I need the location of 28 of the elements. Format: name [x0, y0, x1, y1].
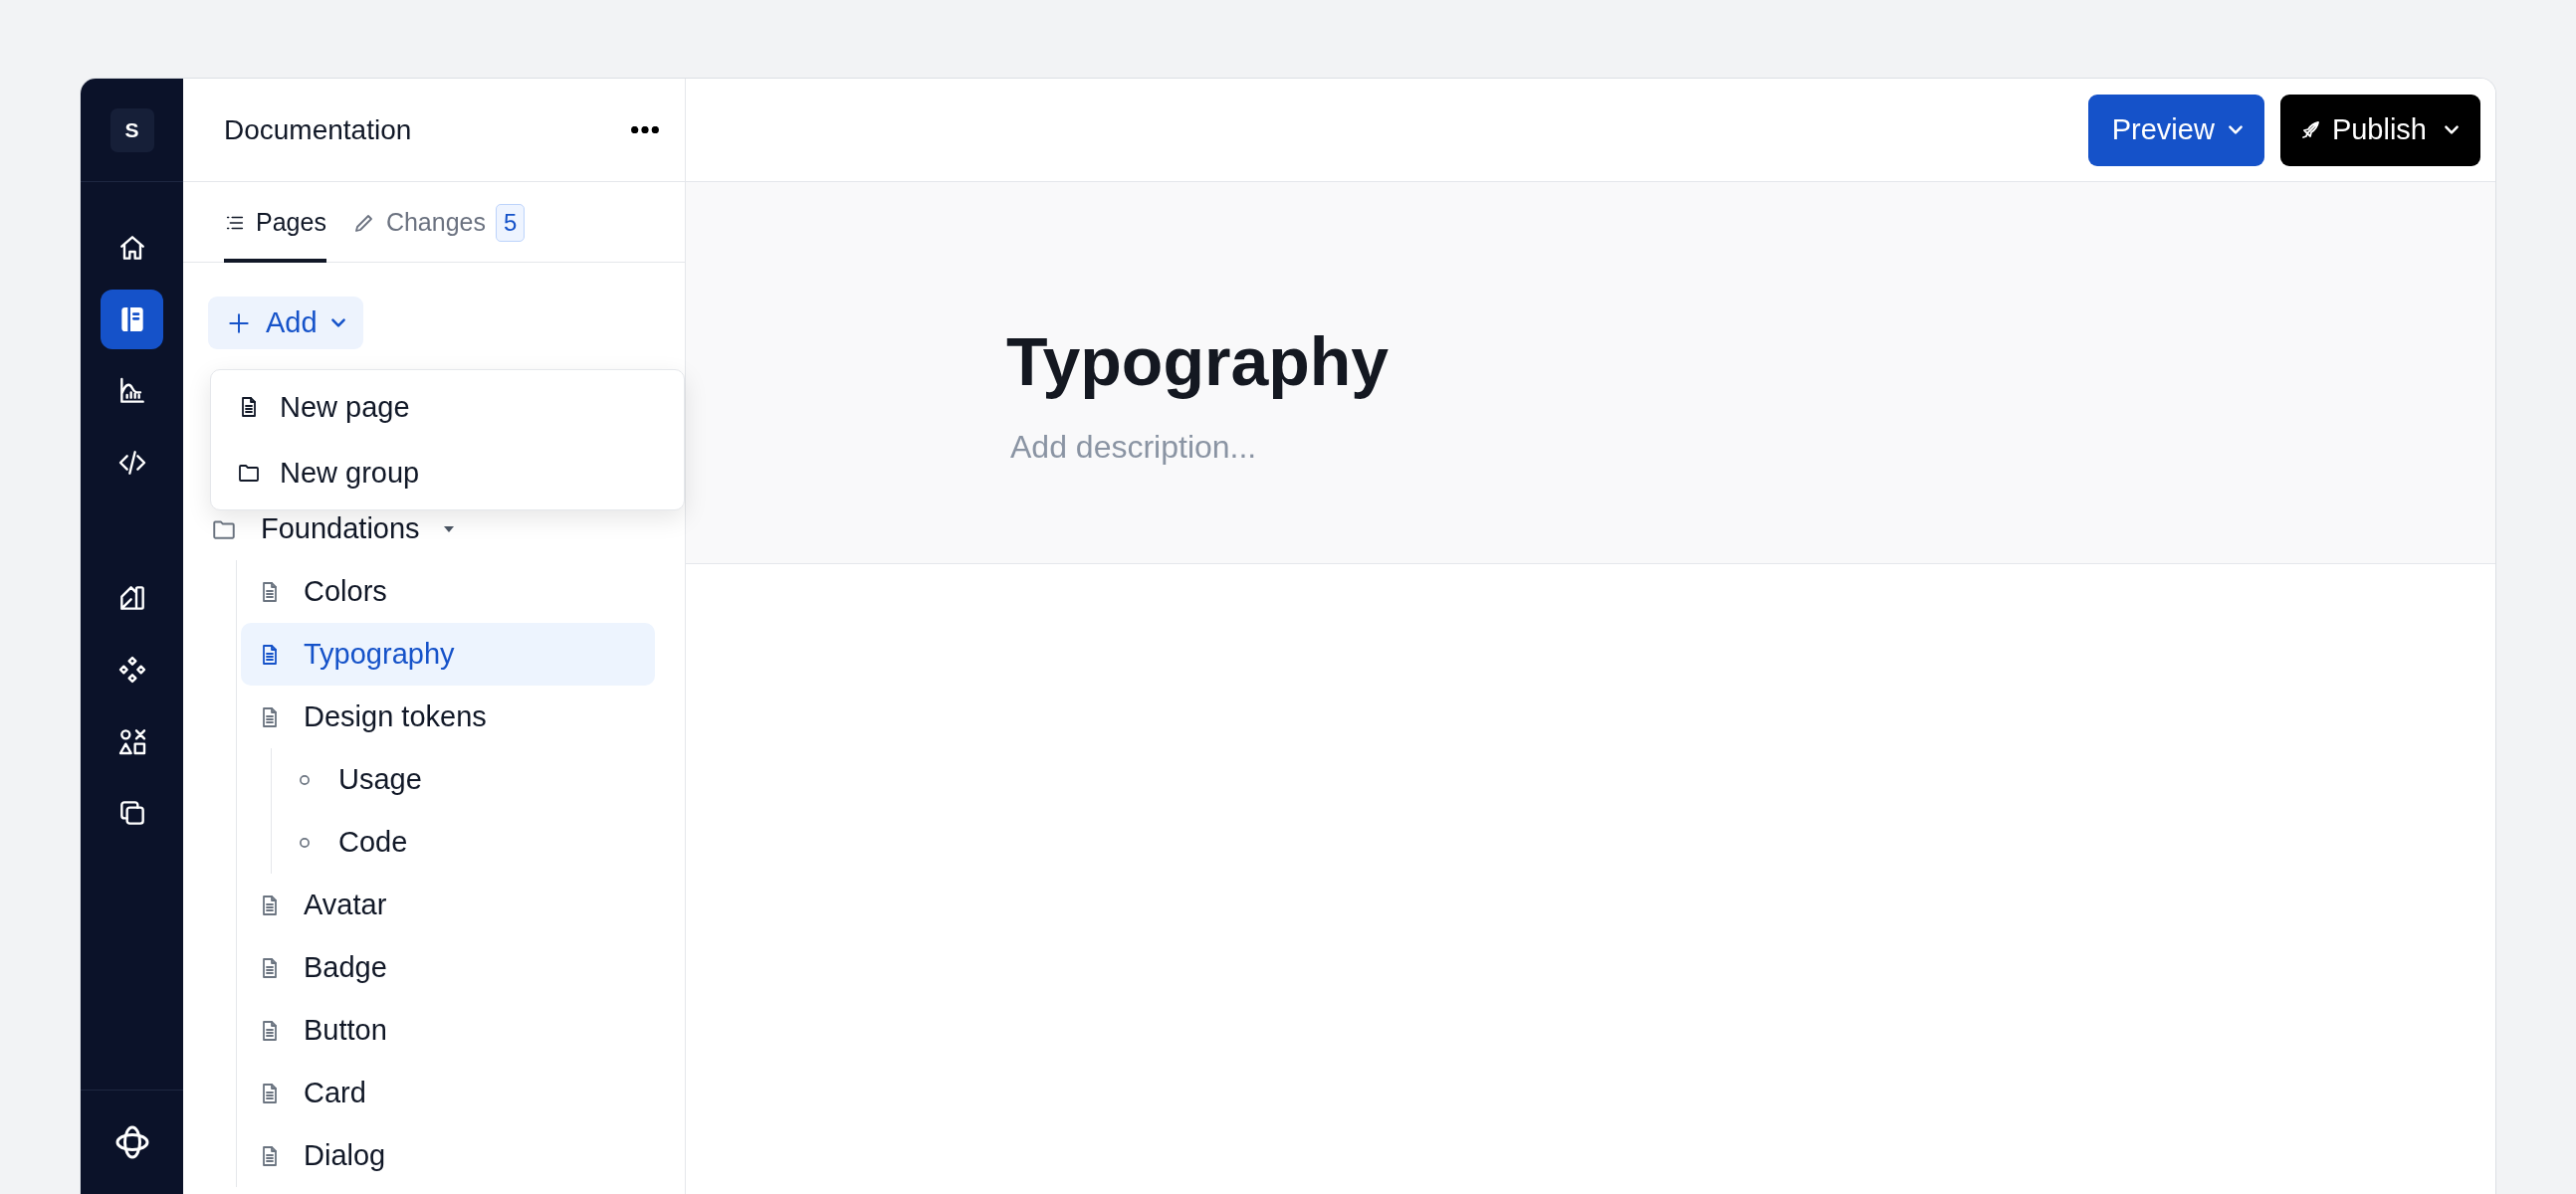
tree-item[interactable]: Usage: [276, 748, 654, 811]
tree-item[interactable]: Badge: [241, 936, 655, 999]
tree-item[interactable]: Colors: [241, 560, 655, 623]
tree-item[interactable]: Dialog: [241, 1124, 655, 1187]
count-badge: 5: [495, 203, 526, 242]
caret-icon[interactable]: [441, 523, 456, 534]
chevron-icon: [2445, 125, 2459, 134]
more-icon: [631, 126, 659, 133]
tree-item[interactable]: Design tokens: [241, 686, 655, 748]
more-button[interactable]: [631, 126, 659, 133]
menu-item[interactable]: New page: [211, 374, 684, 440]
tree-item[interactable]: Typography: [241, 623, 655, 686]
sidebar-title: Documentation: [224, 113, 412, 146]
workspace-logo[interactable]: S: [109, 107, 154, 152]
tree-item[interactable]: Code: [276, 811, 654, 874]
description-field[interactable]: Add description...: [1006, 427, 1707, 467]
add-button[interactable]: Add: [208, 297, 363, 349]
nav-button[interactable]: [101, 290, 163, 349]
preview-button[interactable]: Preview: [2087, 94, 2264, 166]
chevron-icon: [330, 318, 345, 327]
tree-item[interactable]: Button: [241, 999, 655, 1062]
page-title: Typography: [1006, 322, 1391, 401]
publish-button[interactable]: Publish: [2279, 94, 2480, 166]
tab[interactable]: Changes 5: [351, 182, 526, 263]
chevron-icon: [2228, 125, 2243, 134]
tree-item[interactable]: Avatar: [241, 874, 655, 936]
tree-item[interactable]: Card: [241, 1062, 655, 1124]
tab[interactable]: Pages: [224, 182, 326, 263]
